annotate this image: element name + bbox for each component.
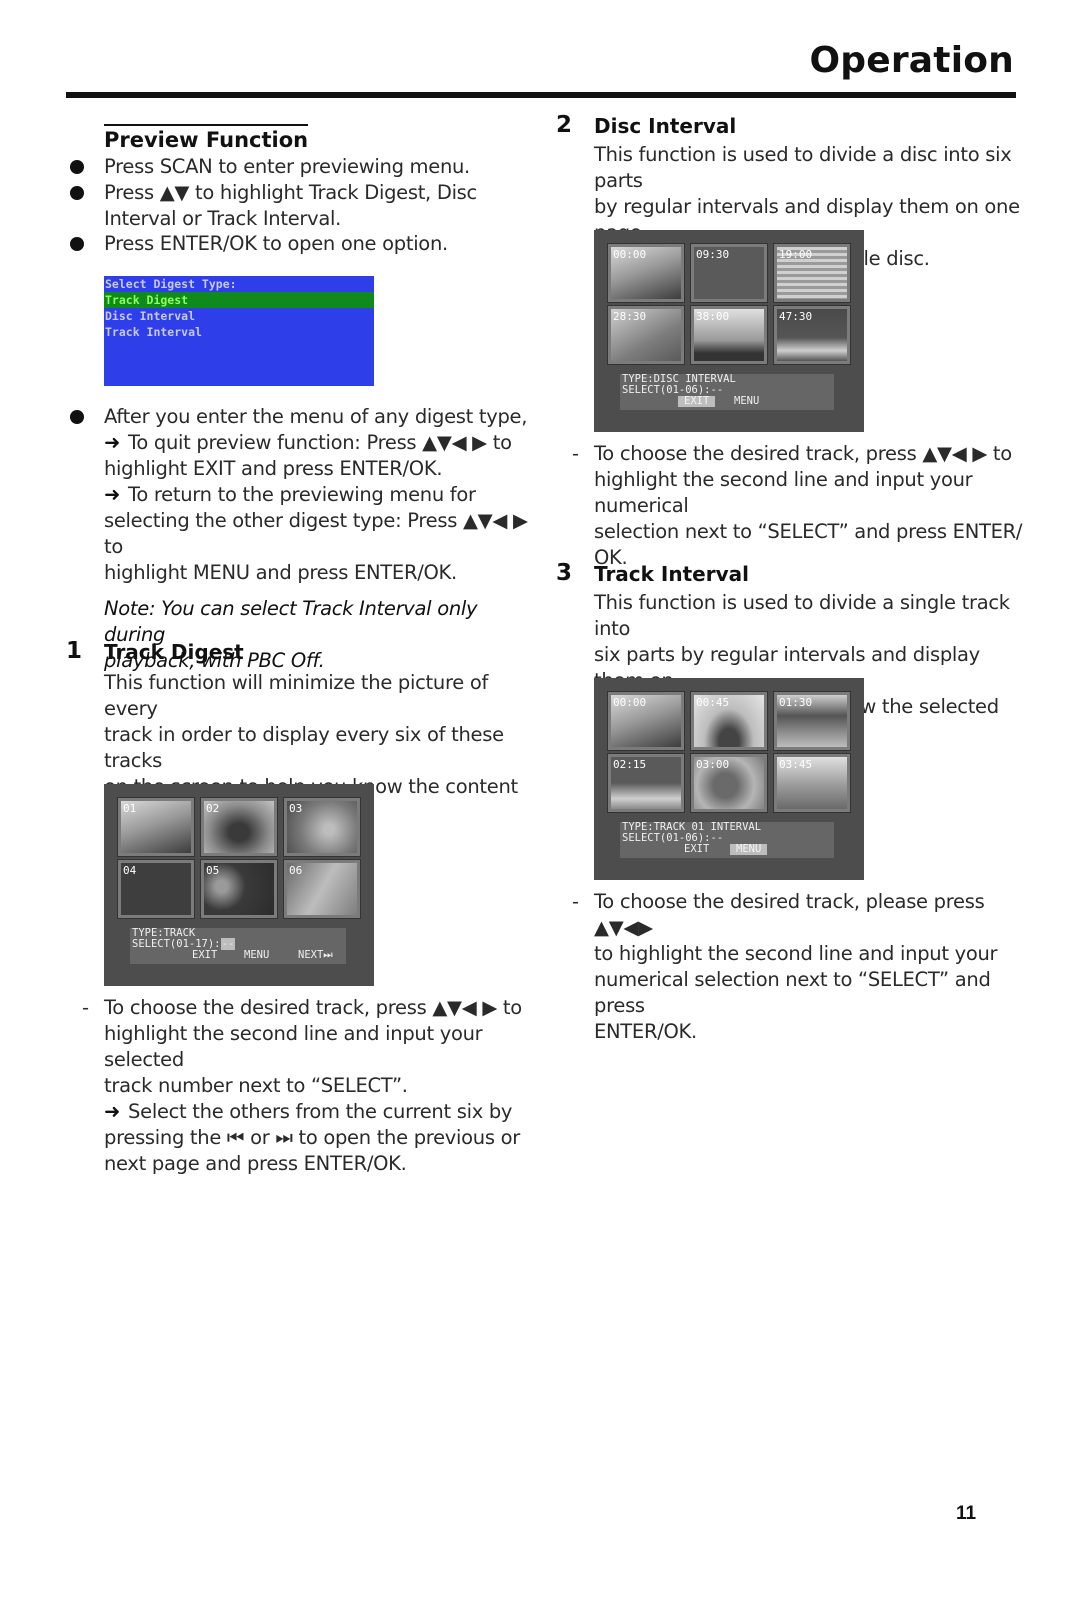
thumbnail: 47:30 — [773, 305, 851, 365]
disc-interval-screen: 00:00 09:30 19:00 28:30 38:00 47:30 TYPE… — [594, 230, 864, 432]
thumbnail: 05 — [200, 859, 278, 919]
menu-button: MENU — [730, 844, 768, 855]
bullet-icon — [70, 160, 84, 174]
digest-type-menu-screenshot: Select Digest Type: Track Digest Disc In… — [104, 276, 374, 386]
section-heading-preview: Preview Function — [104, 124, 309, 152]
thumbnail: 09:30 — [690, 243, 768, 303]
return-instruction: ➜ To return to the previewing menu for — [104, 483, 476, 506]
select-others-instruction: ➜ Select the others from the current six … — [104, 1100, 513, 1123]
disc-interval-info-box: TYPE:DISC INTERVAL SELECT(01-06):-- EXIT… — [620, 374, 834, 410]
arrow-right-icon: ➜ — [104, 431, 121, 454]
thumbnail: 19:00 — [773, 243, 851, 303]
thumbnail: 00:45 — [690, 691, 768, 751]
title-rule — [66, 92, 1016, 98]
menu-button: MENU — [244, 949, 270, 961]
disc-interval-instructions: - To choose the desired track, press ▲▼◀… — [572, 442, 1023, 569]
thumbnail: 38:00 — [690, 305, 768, 365]
page-number: 11 — [956, 1503, 977, 1524]
thumbnail: 00:00 — [607, 243, 685, 303]
thumbnail: 02:15 — [607, 753, 685, 813]
after-menu-text: After you enter the menu of any digest t… — [104, 405, 528, 428]
exit-button: EXIT — [684, 843, 710, 855]
thumbnail: 06 — [283, 859, 361, 919]
digest-menu-item-track-interval: Track Interval — [105, 325, 202, 339]
next-button: NEXT⏭ — [298, 949, 333, 961]
track-digest-screen: 01 02 03 04 05 06 TYPE:TRACK SELECT(01-1… — [104, 784, 374, 986]
track-digest-info-box: TYPE:TRACK SELECT(01-17):-- EXIT MENU NE… — [130, 928, 346, 964]
select-input: -- — [220, 938, 236, 950]
track-interval-screen: 00:00 00:45 01:30 02:15 03:00 03:45 TYPE… — [594, 678, 864, 880]
thumbnail: 02 — [200, 797, 278, 857]
track-digest-instructions: - To choose the desired track, press ▲▼◀… — [66, 995, 536, 1177]
exit-button: EXIT — [192, 949, 218, 961]
digest-menu-title: Select Digest Type: — [105, 277, 237, 291]
select-input: -- — [710, 832, 724, 844]
digest-menu-item-track-digest: Track Digest — [104, 292, 374, 308]
exit-button: EXIT — [678, 396, 716, 407]
thumbnail: 01 — [117, 797, 195, 857]
bullet-icon — [70, 410, 84, 424]
thumbnail: 03 — [283, 797, 361, 857]
thumbnail: 03:00 — [690, 753, 768, 813]
digest-menu-item-disc-interval: Disc Interval — [105, 309, 196, 323]
page-title: Operation — [809, 40, 1014, 81]
bullet-icon — [70, 237, 84, 251]
thumbnail: 03:45 — [773, 753, 851, 813]
track-interval-info-box: TYPE:TRACK 01 INTERVAL SELECT(01-06):-- … — [620, 822, 834, 858]
bullet-icon — [70, 186, 84, 200]
select-input: -- — [710, 384, 724, 396]
track-interval-instructions: - To choose the desired track, please pr… — [572, 890, 998, 1043]
thumbnail: 04 — [117, 859, 195, 919]
thumbnail: 28:30 — [607, 305, 685, 365]
thumbnail: 00:00 — [607, 691, 685, 751]
thumbnail: 01:30 — [773, 691, 851, 751]
arrow-right-icon: ➜ — [104, 483, 121, 506]
arrow-right-icon: ➜ — [104, 1100, 121, 1123]
menu-button: MENU — [734, 395, 760, 407]
quit-instruction: ➜ To quit preview function: Press ▲▼◀ ▶ t… — [104, 431, 512, 454]
